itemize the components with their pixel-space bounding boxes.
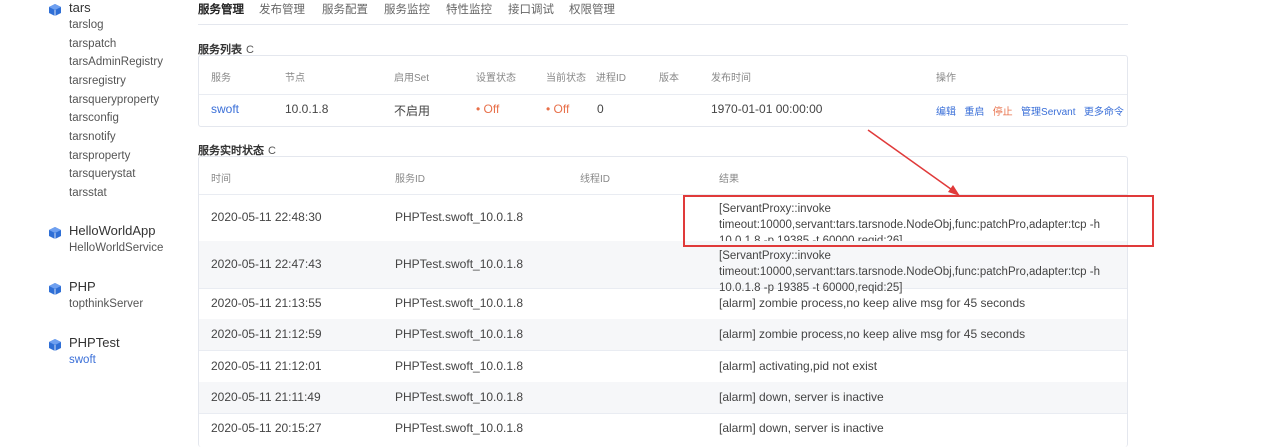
col-thread-id: 线程ID [580, 174, 610, 185]
col-version: 版本 [659, 73, 679, 84]
cube-icon [49, 227, 61, 239]
sidebar-item-tarsconfig[interactable]: tarsconfig [69, 112, 119, 124]
time-cell: 2020-05-11 22:47:43 [211, 257, 322, 271]
col-service-id: 服务ID [395, 174, 425, 185]
setting-state-badge: • Off [476, 102, 500, 116]
restart-button[interactable]: 重启 [964, 107, 984, 118]
sidebar-item-tarsstat[interactable]: tarsstat [69, 187, 107, 199]
col-set: 启用Set [394, 73, 430, 84]
sidebar: tars tarslog tarspatch tarsAdminRegistry… [0, 0, 190, 431]
table-row: 2020-05-11 21:12:01 PHPTest.swoft_10.0.1… [199, 350, 1127, 383]
group-title: tars [69, 0, 91, 15]
sidebar-item-topthinkserver[interactable]: topthinkServer [69, 298, 143, 310]
table-row: 2020-05-11 21:11:49 PHPTest.swoft_10.0.1… [199, 382, 1127, 414]
col-current-state: 当前状态 [546, 73, 586, 84]
tab-service-management[interactable]: 服务管理 [198, 1, 244, 17]
table-header-row: 时间 服务ID 线程ID 结果 [199, 157, 1127, 195]
sidebar-item-tarsproperty[interactable]: tarsproperty [69, 150, 130, 162]
highlight-box [683, 195, 1154, 247]
service-id-cell: PHPTest.swoft_10.0.1.8 [395, 421, 524, 435]
tab-bar: 服务管理 发布管理 服务配置 服务监控 特性监控 接口调试 权限管理 [198, 0, 1128, 25]
sidebar-item-tarsnotify[interactable]: tarsnotify [69, 131, 116, 143]
group-title: HelloWorldApp [69, 223, 156, 238]
more-commands-button[interactable]: 更多命令 [1084, 107, 1124, 118]
publish-time-value: 1970-01-01 00:00:00 [711, 102, 823, 116]
col-service: 服务 [211, 73, 231, 84]
sidebar-item-tarslog[interactable]: tarslog [69, 19, 104, 31]
stop-button[interactable]: 停止 [993, 107, 1013, 118]
tab-permission-management[interactable]: 权限管理 [569, 1, 615, 17]
cube-icon [49, 339, 61, 351]
tab-feature-monitor[interactable]: 特性监控 [446, 1, 492, 17]
manage-servant-button[interactable]: 管理Servant [1021, 107, 1075, 118]
time-cell: 2020-05-11 21:13:55 [211, 296, 322, 310]
col-result: 结果 [719, 174, 739, 185]
sidebar-item-helloworldservice[interactable]: HelloWorldService [69, 242, 163, 254]
time-cell: 2020-05-11 20:15:27 [211, 421, 322, 435]
cube-icon [49, 283, 61, 295]
service-id-cell: PHPTest.swoft_10.0.1.8 [395, 327, 524, 341]
result-cell: [alarm] activating,pid not exist [719, 359, 878, 373]
tab-release-management[interactable]: 发布管理 [259, 1, 305, 17]
service-id-cell: PHPTest.swoft_10.0.1.8 [395, 296, 524, 310]
table-header-row: 服务 节点 启用Set 设置状态 当前状态 进程ID 版本 发布时间 操作 [199, 56, 1127, 95]
sidebar-item-tarspatch[interactable]: tarspatch [69, 38, 116, 50]
edit-button[interactable]: 编辑 [936, 107, 956, 118]
table-row: 2020-05-11 21:13:55 PHPTest.swoft_10.0.1… [199, 288, 1127, 320]
service-list-table: 服务 节点 启用Set 设置状态 当前状态 进程ID 版本 发布时间 操作 sw… [198, 55, 1128, 127]
set-value: 不启用 [394, 104, 431, 118]
table-row: swoft 10.0.1.8 不启用 • Off • Off 0 1970-01… [199, 94, 1127, 125]
node-value: 10.0.1.8 [285, 102, 329, 116]
col-ops: 操作 [936, 73, 956, 84]
pid-value: 0 [597, 102, 604, 116]
col-setting-state: 设置状态 [476, 73, 516, 84]
service-id-cell: PHPTest.swoft_10.0.1.8 [395, 390, 524, 404]
sidebar-item-swoft[interactable]: swoft [69, 354, 96, 366]
group-title: PHP [69, 279, 96, 294]
tab-interface-debug[interactable]: 接口调试 [508, 1, 554, 17]
service-id-cell: PHPTest.swoft_10.0.1.8 [395, 359, 524, 373]
time-cell: 2020-05-11 21:12:01 [211, 359, 322, 373]
group-title: PHPTest [69, 335, 120, 350]
current-state-badge: • Off [546, 102, 570, 116]
table-row: 2020-05-11 21:12:59 PHPTest.swoft_10.0.1… [199, 319, 1127, 351]
service-id-cell: PHPTest.swoft_10.0.1.8 [395, 210, 524, 224]
result-cell: [alarm] down, server is inactive [719, 421, 884, 435]
col-publish-time: 发布时间 [711, 73, 751, 84]
sidebar-item-tarsregistry[interactable]: tarsregistry [69, 75, 126, 87]
time-cell: 2020-05-11 21:11:49 [211, 390, 321, 404]
table-row: 2020-05-11 22:47:43 PHPTest.swoft_10.0.1… [199, 241, 1127, 294]
sidebar-item-tarsquerystat[interactable]: tarsquerystat [69, 168, 135, 180]
service-id-cell: PHPTest.swoft_10.0.1.8 [395, 257, 524, 271]
col-time: 时间 [211, 174, 231, 185]
col-node: 节点 [285, 73, 305, 84]
service-link[interactable]: swoft [211, 102, 239, 116]
table-row: 2020-05-11 20:15:27 PHPTest.swoft_10.0.1… [199, 413, 1127, 444]
cube-icon [49, 4, 61, 16]
result-cell: [alarm] zombie process,no keep alive msg… [719, 327, 1026, 341]
ops-group: 编辑 重启 停止 管理Servant 更多命令 [936, 103, 1129, 118]
tab-service-config[interactable]: 服务配置 [322, 1, 368, 17]
sidebar-item-tarsadminregistry[interactable]: tarsAdminRegistry [69, 56, 163, 68]
tab-service-monitor[interactable]: 服务监控 [384, 1, 430, 17]
col-pid: 进程ID [596, 73, 626, 84]
result-cell: [alarm] down, server is inactive [719, 390, 884, 404]
time-cell: 2020-05-11 22:48:30 [211, 210, 322, 224]
time-cell: 2020-05-11 21:12:59 [211, 327, 322, 341]
result-cell: [alarm] zombie process,no keep alive msg… [719, 296, 1026, 310]
sidebar-item-tarsqueryproperty[interactable]: tarsqueryproperty [69, 94, 159, 106]
